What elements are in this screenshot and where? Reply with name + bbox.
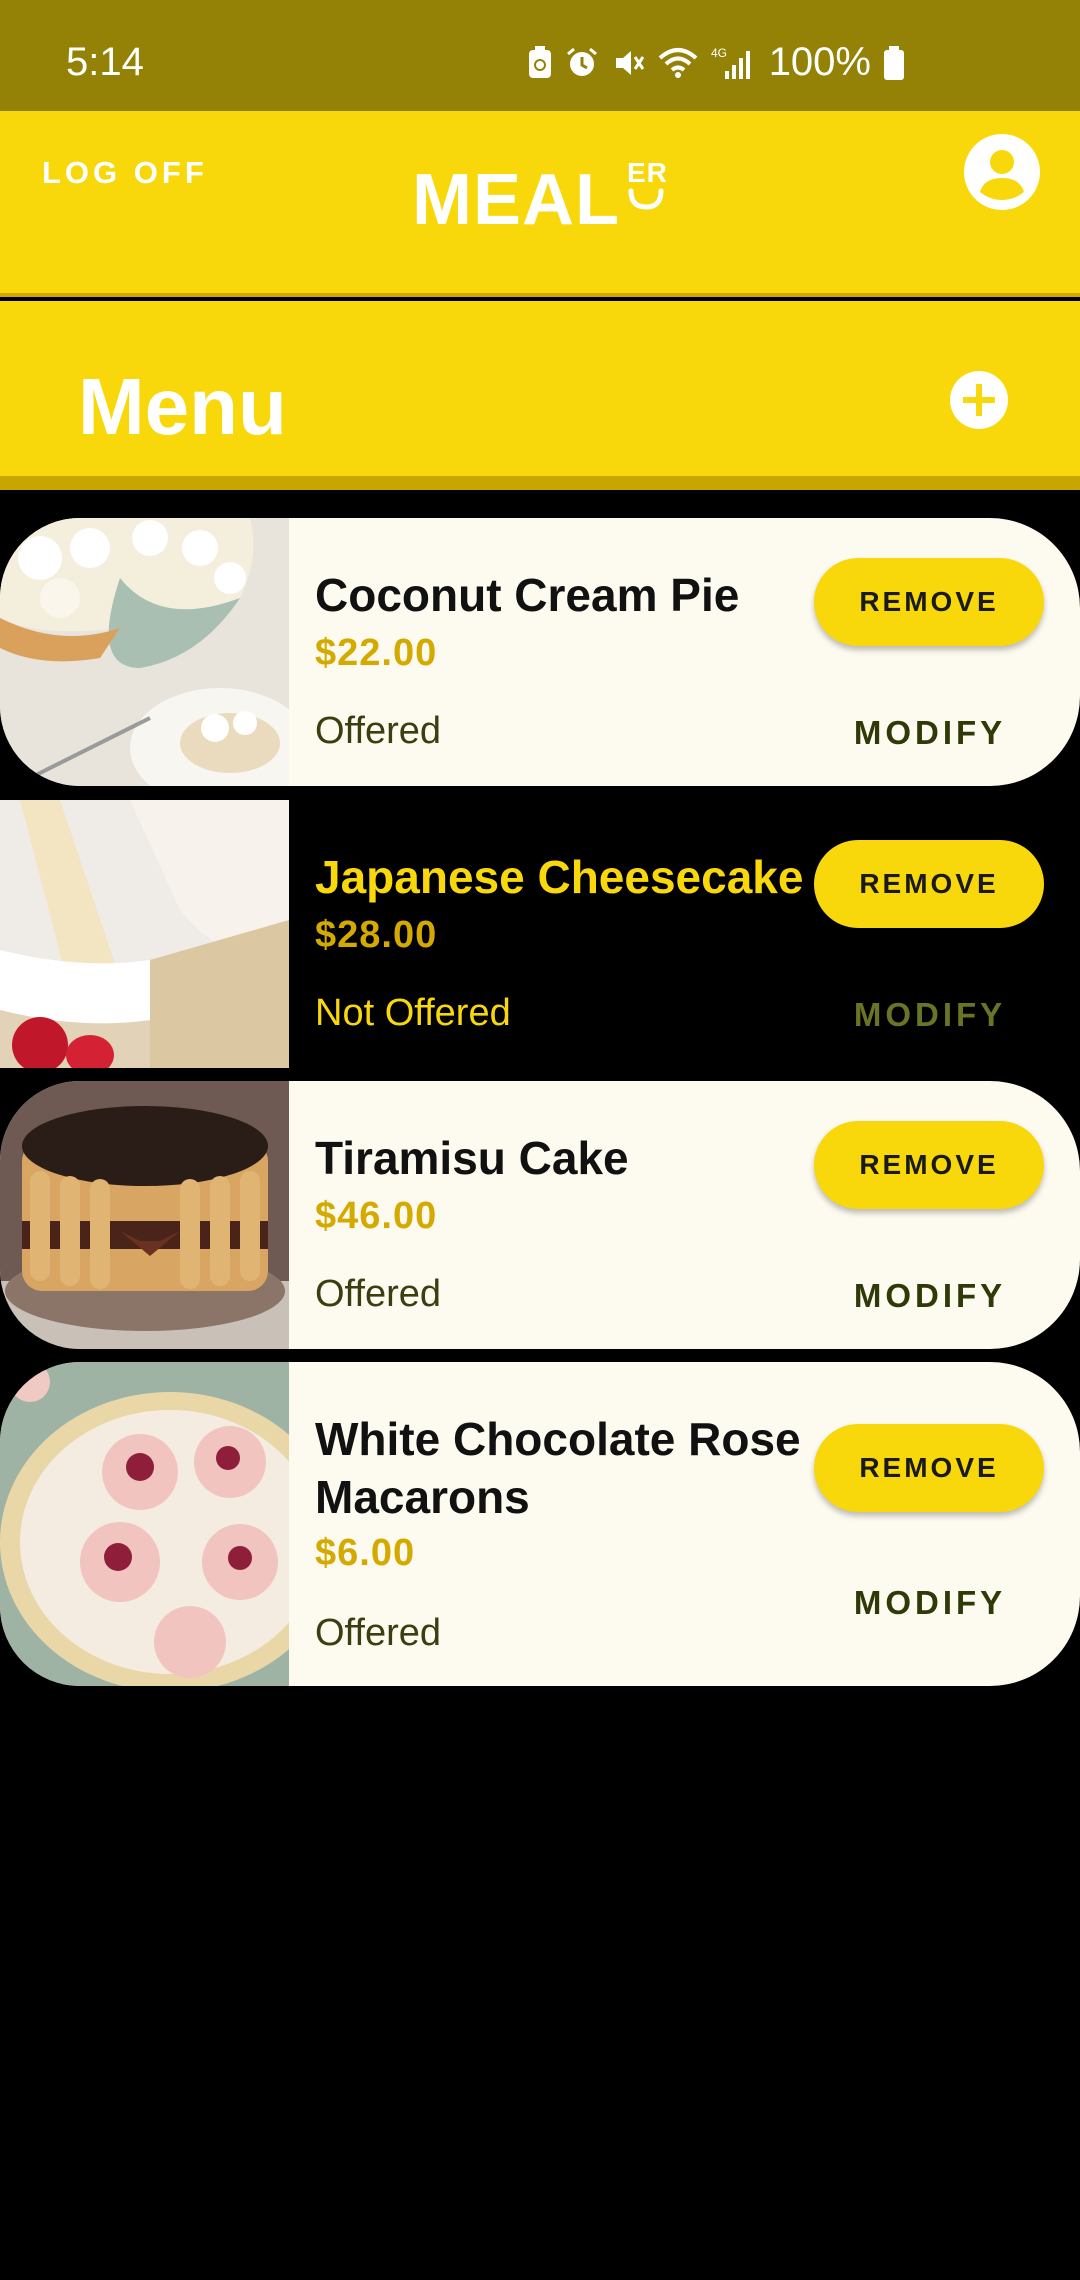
app-header: LOG OFF MEAL ER — [0, 111, 1080, 297]
coconut-cream-pie-image — [0, 518, 289, 786]
signal-icon: 4G — [711, 46, 750, 79]
item-price: $22.00 — [315, 632, 438, 674]
wifi-icon — [658, 47, 698, 78]
vibrate-mute-icon — [615, 50, 644, 75]
item-name: Tiramisu Cake — [315, 1132, 629, 1184]
logo-smile-icon — [628, 188, 664, 210]
add-item-icon[interactable] — [950, 371, 1008, 429]
modify-button[interactable]: MODIFY — [820, 996, 1040, 1034]
modify-button[interactable]: MODIFY — [820, 1277, 1040, 1315]
remove-button[interactable]: REMOVE — [814, 1121, 1044, 1209]
item-status: Not Offered — [315, 992, 511, 1034]
modify-button[interactable]: MODIFY — [820, 714, 1040, 752]
menu-item-card[interactable]: Coconut Cream Pie $22.00 Offered REMOVE … — [0, 518, 1080, 786]
alarm-icon — [566, 47, 597, 76]
japanese-cheesecake-image — [0, 800, 289, 1068]
menu-header: Menu — [0, 301, 1080, 490]
item-status: Offered — [315, 1273, 442, 1315]
tiramisu-cake-image — [0, 1081, 289, 1349]
status-icons: 4G 100% — [527, 40, 905, 85]
status-bar: 5:14 4G 100% — [0, 0, 1080, 111]
modify-button[interactable]: MODIFY — [820, 1584, 1040, 1622]
item-status: Offered — [315, 710, 442, 752]
network-type: 4G — [711, 46, 727, 60]
app-logo: MEAL ER — [412, 157, 667, 241]
remove-button[interactable]: REMOVE — [814, 558, 1044, 646]
item-price: $28.00 — [315, 914, 438, 956]
item-name: Coconut Cream Pie — [315, 569, 740, 621]
battery-icon — [884, 45, 904, 80]
profile-icon[interactable] — [964, 134, 1040, 210]
battery-percent: 100% — [768, 40, 871, 84]
menu-item-card[interactable]: Tiramisu Cake $46.00 Offered REMOVE MODI… — [0, 1081, 1080, 1349]
menu-item-card[interactable]: White Chocolate Rose Macarons $6.00 Offe… — [0, 1362, 1080, 1686]
page-title: Menu — [78, 362, 287, 451]
item-name: White Chocolate Rose Macarons — [315, 1413, 801, 1523]
item-price: $6.00 — [315, 1532, 416, 1574]
battery-saver-icon — [528, 45, 551, 78]
log-off-button[interactable]: LOG OFF — [42, 155, 208, 191]
item-price: $46.00 — [315, 1195, 438, 1237]
logo-suffix: ER — [627, 157, 668, 188]
remove-button[interactable]: REMOVE — [814, 1424, 1044, 1512]
menu-item-card[interactable]: Japanese Cheesecake $28.00 Not Offered R… — [0, 800, 1080, 1068]
item-name: Japanese Cheesecake — [315, 851, 804, 903]
status-time: 5:14 — [66, 40, 144, 84]
rose-macarons-image — [0, 1362, 289, 1686]
logo-text: MEAL — [412, 160, 620, 240]
remove-button[interactable]: REMOVE — [814, 840, 1044, 928]
item-status: Offered — [315, 1612, 442, 1654]
